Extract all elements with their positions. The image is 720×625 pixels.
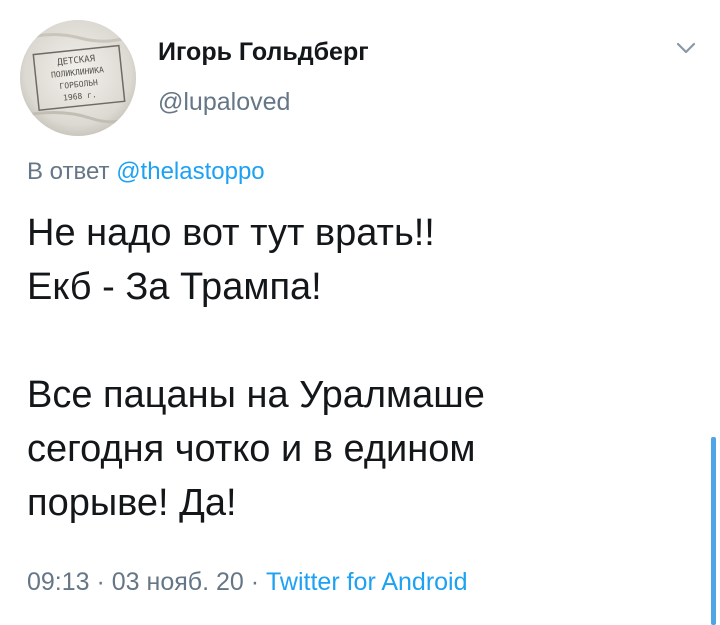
tweet-source-link[interactable]: Twitter for Android — [266, 568, 467, 596]
reply-mention-link[interactable]: @thelastoppo — [116, 158, 264, 185]
meta-separator-2: · — [243, 568, 267, 596]
tweet-meta: 09:13 · 03 нояб. 20 · Twitter for Androi… — [27, 568, 468, 597]
tweet-card: ДЕТСКАЯ ПОЛИКЛИНИКА ГОРБОЛЬН 1968 г. Иго… — [0, 0, 720, 625]
author-name[interactable]: Игорь Гольдберг — [158, 38, 369, 67]
tweet-time[interactable]: 09:13 — [27, 568, 90, 596]
tweet-line-4: Все пацаны на Уралмаше — [27, 374, 485, 416]
reply-prefix: В ответ — [27, 158, 110, 185]
tweet-line-2: Екб - За Трампа! — [27, 266, 322, 308]
avatar-image: ДЕТСКАЯ ПОЛИКЛИНИКА ГОРБОЛЬН 1968 г. — [20, 20, 136, 136]
tweet-line-5: сегодня чотко и в едином — [27, 428, 476, 470]
author-avatar[interactable]: ДЕТСКАЯ ПОЛИКЛИНИКА ГОРБОЛЬН 1968 г. — [20, 20, 136, 136]
tweet-line-1: Не надо вот тут врать!! — [27, 212, 435, 254]
tweet-line-6: порыве! Да! — [27, 482, 237, 524]
reply-context: В ответ @thelastoppo — [27, 158, 265, 186]
tweet-text: Не надо вот тут врать!! Екб - За Трампа!… — [27, 206, 687, 530]
scroll-indicator[interactable] — [711, 437, 716, 625]
author-handle[interactable]: @lupaloved — [158, 88, 290, 117]
tweet-date[interactable]: 03 нояб. 20 — [112, 568, 244, 596]
meta-separator: · — [89, 568, 112, 596]
chevron-down-icon[interactable] — [673, 37, 699, 59]
